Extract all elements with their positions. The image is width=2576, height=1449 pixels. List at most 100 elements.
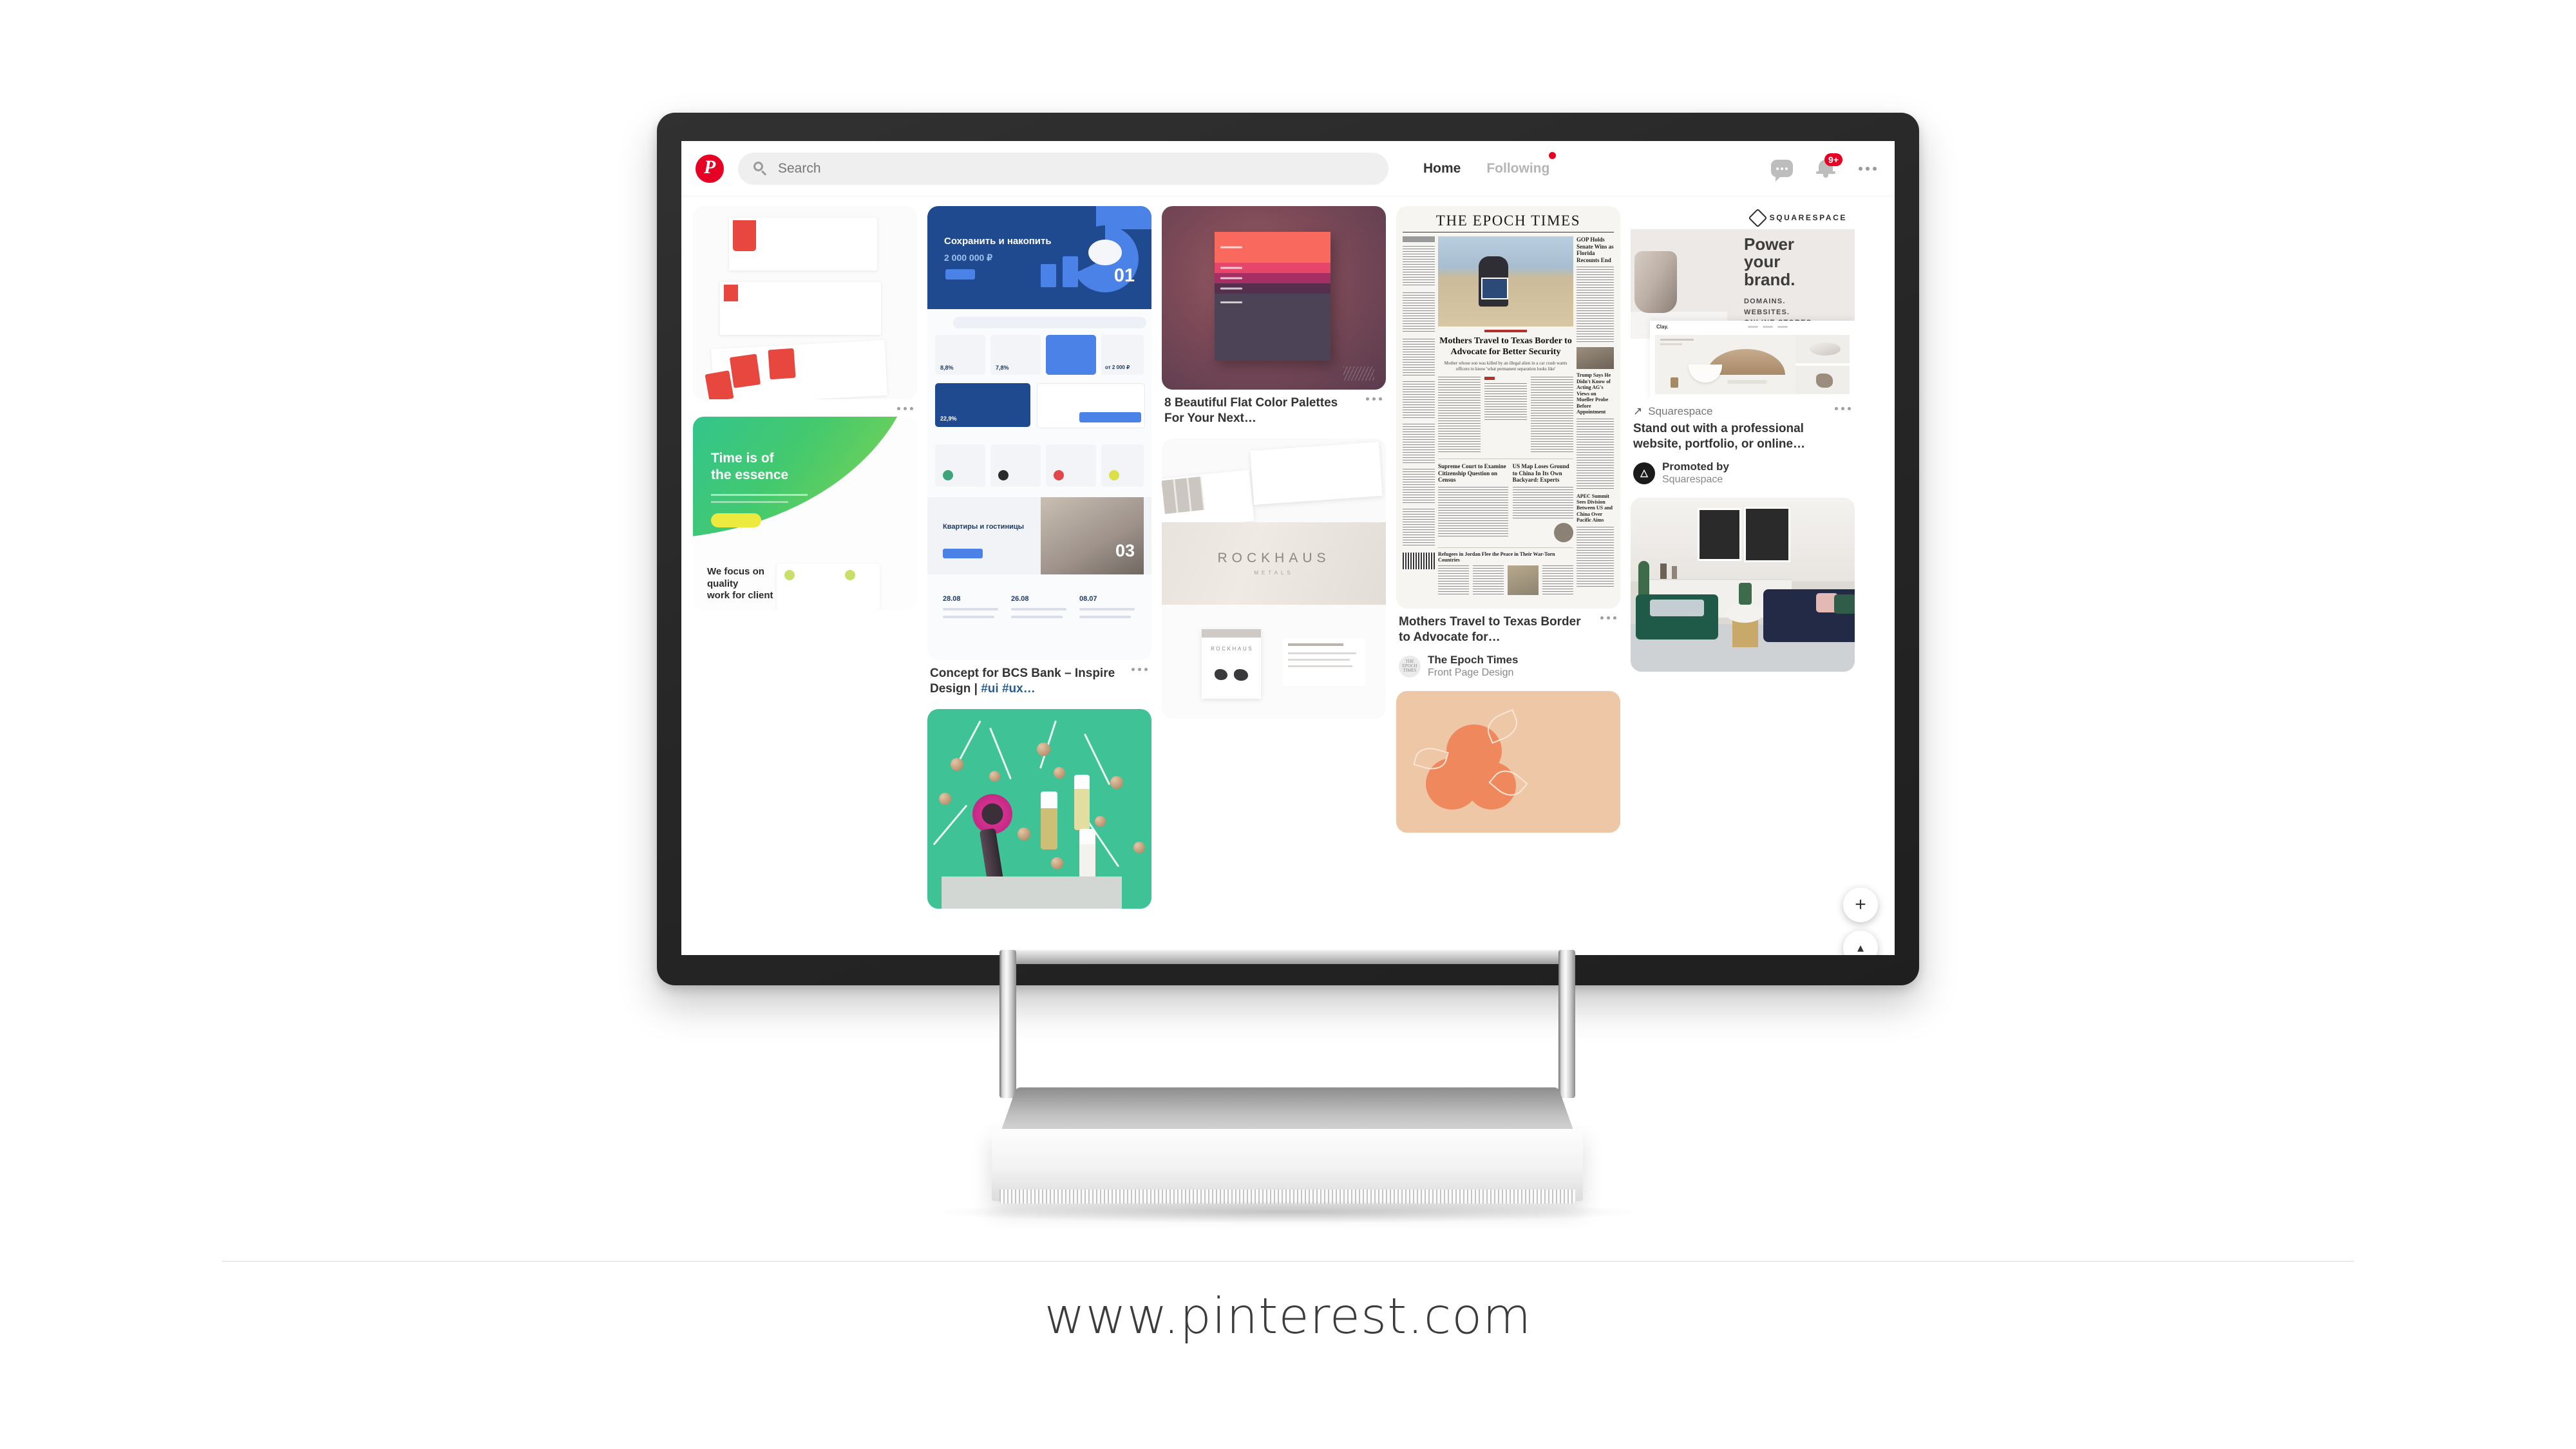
pin-title-tags: #ui #ux… [981, 682, 1036, 696]
more-horizontal-icon[interactable] [1859, 166, 1877, 171]
promoted-source-name: Squarespace [1648, 405, 1713, 417]
bcs-date-1: 28.08 [943, 595, 961, 603]
bcs-rate-1: 8,8% [940, 365, 954, 371]
palette-swatch-stack [1215, 232, 1331, 361]
epoch-masthead: THE EPOCH TIMES [1403, 213, 1614, 232]
pin-column-5: SQUARESPACE Power your brand. DOMAINS. W… [1631, 206, 1855, 672]
pin-meta-squarespace: ↗ Squarespace Stand out with a professio… [1631, 399, 1855, 486]
nav-tab-home-label: Home [1423, 160, 1461, 176]
epoch-headline: Mothers Travel to Texas Border to Advoca… [1439, 336, 1572, 357]
bcs-rate-4: 22,9% [940, 415, 957, 422]
pinterest-header: P Search Home Following 9+ [681, 141, 1895, 196]
rockhaus-sub-wordmark: METALS [1254, 570, 1294, 576]
epoch-right-rail: GOP Holds Senate Wins as Florida Recount… [1577, 236, 1614, 595]
search-placeholder: Search [778, 160, 821, 176]
promoted-source-row[interactable]: ↗ Squarespace [1633, 405, 1852, 418]
promoted-label: Promoted by [1662, 460, 1729, 473]
pin-card-interior[interactable] [1631, 498, 1855, 672]
pin-image-color-palette[interactable] [1162, 206, 1386, 390]
bcs-hero-amount: 2 000 000 ₽ [944, 252, 993, 263]
attribution-name: The Epoch Times [1428, 653, 1519, 666]
pin-overflow-menu-icon[interactable] [897, 407, 913, 410]
bell-icon[interactable]: 9+ [1815, 153, 1842, 180]
pin-card-flatlay[interactable] [927, 708, 1151, 909]
header-icon-group: 9+ [1749, 153, 1880, 182]
pin-overflow-menu-icon[interactable] [1366, 397, 1382, 401]
pin-card-jp-brochure[interactable] [693, 206, 917, 410]
pin-meta-bcs-bank: Concept for BCS Bank – Inspire Design | … [927, 660, 1151, 697]
pin-meta-color-palette: 8 Beautiful Flat Color Palettes For Your… [1162, 390, 1386, 427]
epoch-left-rail [1403, 236, 1435, 595]
monitor-stand-arm-left [999, 950, 1016, 1098]
bcs-date-2: 26.08 [1011, 595, 1029, 603]
add-pin-button[interactable]: + [1843, 887, 1878, 922]
nav-tab-home[interactable]: Home [1410, 161, 1473, 176]
bcs-rate-2: 7,8% [996, 365, 1009, 371]
pin-card-squarespace[interactable]: SQUARESPACE Power your brand. DOMAINS. W… [1631, 206, 1855, 486]
pin-card-green-landing[interactable]: Time is of the essence We focus on quali… [693, 417, 917, 610]
pin-card-color-palette[interactable]: 8 Beautiful Flat Color Palettes For Your… [1162, 206, 1386, 427]
monitor-drop-shadow [940, 1201, 1636, 1223]
search-input[interactable]: Search [738, 152, 1388, 185]
pin-title: Stand out with a professional website, p… [1633, 422, 1806, 451]
pin-meta-jp-brochure [693, 399, 917, 410]
avatar: △ [1633, 462, 1655, 484]
pin-card-epoch-times[interactable]: THE EPOCH TIMES Mothers Travel to Texas … [1396, 206, 1620, 679]
pin-column-4: THE EPOCH TIMES Mothers Travel to Texas … [1396, 206, 1620, 833]
pin-image-bcs-bank[interactable]: 01 Сохранить и накопить 2 000 000 ₽ 8,8%… [927, 206, 1151, 660]
epoch-deck: Mother whose son was killed by an illega… [1444, 360, 1567, 372]
bcs-hero-label: Сохранить и накопить [944, 236, 1052, 247]
pin-attribution[interactable]: THE EPOCH TIMES The Epoch Times Front Pa… [1399, 654, 1618, 679]
notification-count-badge: 9+ [1824, 153, 1842, 167]
bcs-hero-number: 01 [1113, 265, 1135, 286]
pin-attribution[interactable]: △ Promoted by Squarespace [1633, 460, 1852, 486]
pin-column-3: 8 Beautiful Flat Color Palettes For Your… [1162, 206, 1386, 719]
following-notification-dot [1549, 151, 1557, 159]
pin-overflow-menu-icon[interactable] [1600, 616, 1616, 620]
pin-image-interior[interactable] [1631, 498, 1855, 672]
squarespace-logo-row: SQUARESPACE [1631, 206, 1855, 229]
epoch-lead-photo [1438, 236, 1573, 327]
monitor-bezel: P Search Home Following 9+ Time is of th… [657, 113, 1919, 985]
pin-card-rockhaus[interactable]: ROCKHAUS METALS ROCKHAUS [1162, 438, 1386, 719]
squarespace-hero-heading: Power your brand. [1744, 234, 1795, 289]
floating-action-buttons: + ▴ [1843, 887, 1878, 955]
nav-tab-following[interactable]: Following [1473, 151, 1562, 176]
monitor-device: P Search Home Following 9+ Time is of th… [657, 113, 1919, 1223]
pin-card-bcs-bank[interactable]: 01 Сохранить и накопить 2 000 000 ₽ 8,8%… [927, 206, 1151, 697]
pin-column-1: Time is of the essence We focus on quali… [693, 206, 917, 610]
pin-card-peach[interactable] [1396, 691, 1620, 833]
avatar: THE EPOCH TIMES [1399, 655, 1421, 677]
bcs-section-number: 03 [1115, 541, 1135, 560]
bcs-rate-3: от 2 000 ₽ [1105, 365, 1130, 370]
attribution-board: Front Page Design [1428, 667, 1514, 679]
pin-overflow-menu-icon[interactable] [1835, 407, 1851, 410]
nav-tab-following-label: Following [1486, 160, 1550, 176]
pinterest-logo-icon[interactable]: P [696, 154, 724, 183]
external-link-icon: ↗ [1633, 405, 1643, 417]
rockhaus-brand-band: ROCKHAUS METALS [1162, 522, 1386, 605]
squarespace-mark-icon [1748, 208, 1767, 227]
pin-masonry-grid: Time is of the essence We focus on quali… [681, 197, 1895, 955]
chat-icon[interactable] [1771, 160, 1793, 182]
pin-image-rockhaus[interactable]: ROCKHAUS METALS ROCKHAUS [1162, 438, 1386, 719]
screen-viewport: P Search Home Following 9+ Time is of th… [681, 141, 1895, 955]
scroll-up-button[interactable]: ▴ [1843, 931, 1878, 955]
green-landing-subheading: We focus on quality work for client [707, 566, 773, 601]
pin-image-flatlay[interactable] [927, 708, 1151, 909]
pin-image-squarespace[interactable]: SQUARESPACE Power your brand. DOMAINS. W… [1631, 206, 1855, 399]
promoted-by-name: Squarespace [1662, 474, 1723, 486]
mockup-brand: Clay. [1656, 323, 1669, 330]
pin-image-epoch-times[interactable]: THE EPOCH TIMES Mothers Travel to Texas … [1396, 206, 1620, 609]
rockhaus-wordmark: ROCKHAUS [1217, 551, 1331, 566]
primary-nav: Home Following [1410, 151, 1562, 176]
squarespace-browser-mockup: Clay. [1650, 321, 1855, 399]
monitor-stand-crossbar [999, 950, 1575, 964]
squarespace-wordmark: SQUARESPACE [1769, 213, 1847, 222]
pin-title: Mothers Travel to Texas Border to Advoca… [1399, 615, 1581, 645]
pin-title: 8 Beautiful Flat Color Palettes For Your… [1164, 396, 1338, 426]
pin-image-peach[interactable] [1396, 691, 1620, 833]
pin-image-green-landing[interactable]: Time is of the essence We focus on quali… [693, 417, 917, 610]
pin-overflow-menu-icon[interactable] [1132, 668, 1148, 671]
pin-image-jp-brochure[interactable] [693, 206, 917, 399]
